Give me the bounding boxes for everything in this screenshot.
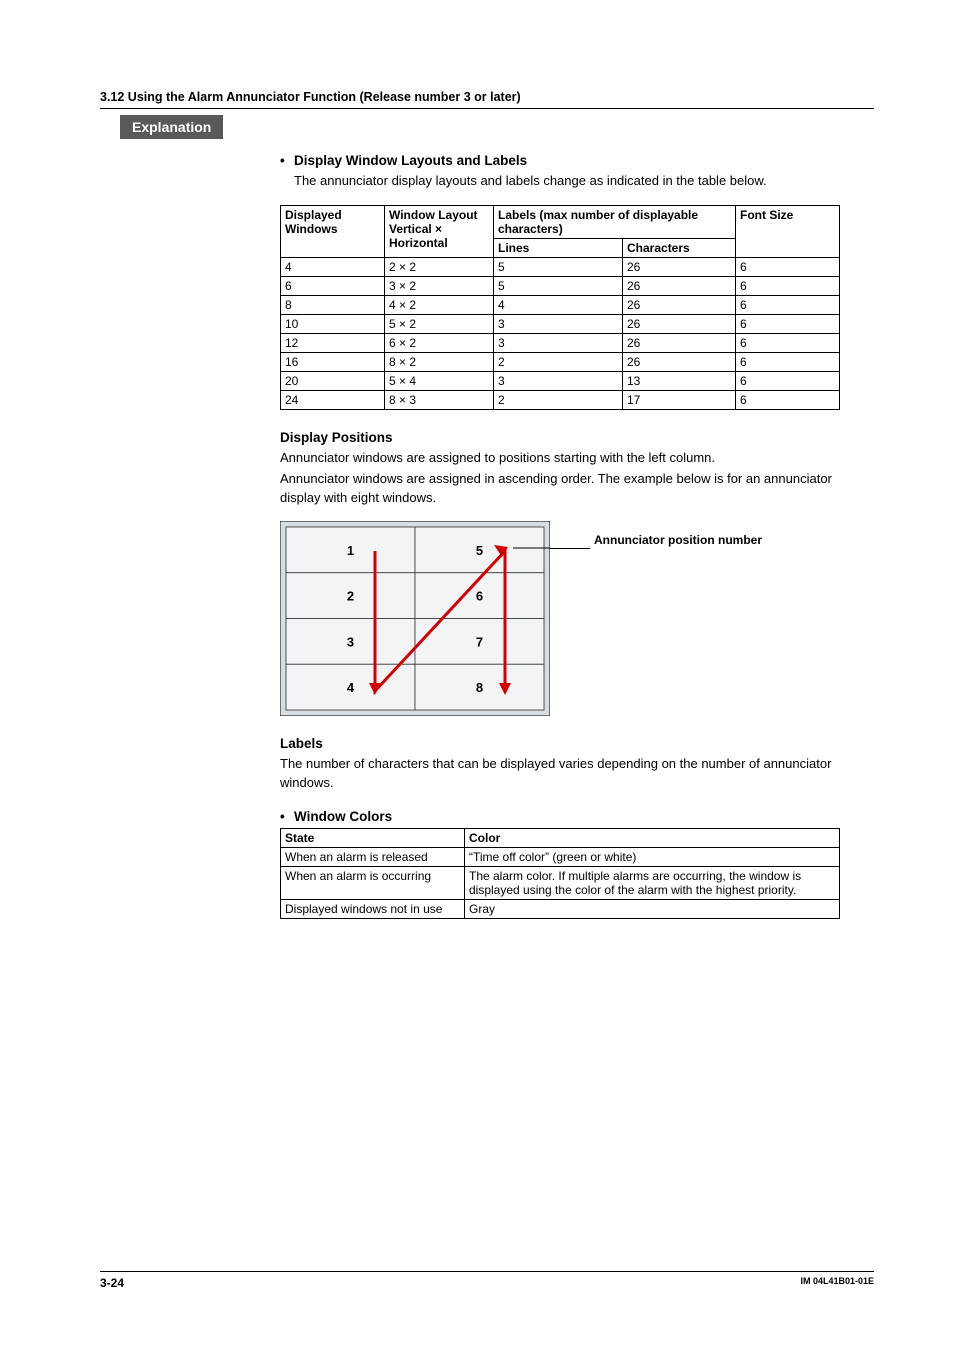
cell: 6	[736, 295, 840, 314]
cell: The alarm color. If multiple alarms are …	[465, 867, 840, 900]
table-row: When an alarm is occurringThe alarm colo…	[281, 867, 840, 900]
cell: 26	[623, 276, 736, 295]
svg-text:5: 5	[476, 543, 483, 558]
svg-text:4: 4	[347, 681, 355, 696]
cell: 8 × 3	[385, 390, 494, 409]
svg-text:2: 2	[347, 589, 354, 604]
sec4-title-text: Window Colors	[294, 809, 392, 824]
sec1-title: •Display Window Layouts and Labels	[280, 153, 874, 168]
cell: When an alarm is occurring	[281, 867, 465, 900]
cell: 3	[494, 333, 623, 352]
sec3-title: Labels	[280, 736, 874, 751]
running-header: 3.12 Using the Alarm Annunciator Functio…	[100, 90, 874, 104]
cell: 6	[736, 333, 840, 352]
th-chars: Characters	[623, 238, 736, 257]
cell: 5 × 2	[385, 314, 494, 333]
table-row: When an alarm is released“Time off color…	[281, 848, 840, 867]
cell: 6	[736, 276, 840, 295]
cell: 4	[494, 295, 623, 314]
cell: 26	[623, 314, 736, 333]
table-row: 63 × 25266	[281, 276, 840, 295]
cell: 6	[281, 276, 385, 295]
cell: 8	[281, 295, 385, 314]
table-row: 248 × 32176	[281, 390, 840, 409]
cell: 26	[623, 295, 736, 314]
table-row: 105 × 23266	[281, 314, 840, 333]
sec1-title-text: Display Window Layouts and Labels	[294, 153, 527, 168]
th-font: Font Size	[736, 205, 840, 257]
table-row: 168 × 22266	[281, 352, 840, 371]
cell: 13	[623, 371, 736, 390]
cell: 6	[736, 352, 840, 371]
svg-text:1: 1	[347, 543, 354, 558]
cell: 4	[281, 257, 385, 276]
cell: 4 × 2	[385, 295, 494, 314]
cell: 16	[281, 352, 385, 371]
cell: 2	[494, 352, 623, 371]
sec2-title: Display Positions	[280, 430, 874, 445]
cell: 17	[623, 390, 736, 409]
th-state: State	[281, 829, 465, 848]
th-layout: Window Layout Vertical × Horizontal	[385, 205, 494, 257]
cell: Gray	[465, 900, 840, 919]
cell: 6	[736, 371, 840, 390]
layout-table: Displayed Windows Window Layout Vertical…	[280, 205, 840, 410]
svg-text:3: 3	[347, 635, 354, 650]
cell: 10	[281, 314, 385, 333]
table-row: 84 × 24266	[281, 295, 840, 314]
cell: 5 × 4	[385, 371, 494, 390]
svg-text:6: 6	[476, 589, 483, 604]
cell: 5	[494, 276, 623, 295]
cell: 3	[494, 371, 623, 390]
table-row: 42 × 25266	[281, 257, 840, 276]
cell: When an alarm is released	[281, 848, 465, 867]
svg-text:7: 7	[476, 635, 483, 650]
th-lines: Lines	[494, 238, 623, 257]
cell: 6	[736, 314, 840, 333]
cell: “Time off color” (green or white)	[465, 848, 840, 867]
th-disp: Displayed Windows	[281, 205, 385, 257]
cell: 26	[623, 333, 736, 352]
callout-label: Annunciator position number	[594, 533, 762, 549]
sec2-p1: Annunciator windows are assigned to posi…	[280, 449, 874, 468]
cell: 8 × 2	[385, 352, 494, 371]
explanation-badge: Explanation	[120, 115, 223, 139]
cell: 5	[494, 257, 623, 276]
cell: 6	[736, 257, 840, 276]
sec1-intro: The annunciator display layouts and labe…	[294, 172, 874, 191]
page-number: 3-24	[100, 1276, 124, 1290]
header-rule	[100, 108, 874, 109]
cell: 20	[281, 371, 385, 390]
cell: 12	[281, 333, 385, 352]
cell: 24	[281, 390, 385, 409]
table-row: 205 × 43136	[281, 371, 840, 390]
page-footer: 3-24 IM 04L41B01-01E	[100, 1271, 874, 1290]
svg-text:8: 8	[476, 681, 483, 696]
doc-number: IM 04L41B01-01E	[800, 1276, 874, 1290]
colors-table: State Color When an alarm is released“Ti…	[280, 828, 840, 919]
cell: 6 × 2	[385, 333, 494, 352]
sec2-p2: Annunciator windows are assigned in asce…	[280, 470, 874, 508]
position-diagram: 1 2 3 4 5 6 7 8	[280, 521, 550, 716]
cell: 2 × 2	[385, 257, 494, 276]
th-labels: Labels (max number of displayable charac…	[494, 205, 736, 238]
cell: Displayed windows not in use	[281, 900, 465, 919]
sec4-title: •Window Colors	[280, 809, 874, 824]
th-color: Color	[465, 829, 840, 848]
cell: 2	[494, 390, 623, 409]
cell: 3 × 2	[385, 276, 494, 295]
cell: 3	[494, 314, 623, 333]
table-row: Displayed windows not in useGray	[281, 900, 840, 919]
cell: 6	[736, 390, 840, 409]
table-row: 126 × 23266	[281, 333, 840, 352]
cell: 26	[623, 352, 736, 371]
cell: 26	[623, 257, 736, 276]
sec3-p: The number of characters that can be dis…	[280, 755, 874, 793]
